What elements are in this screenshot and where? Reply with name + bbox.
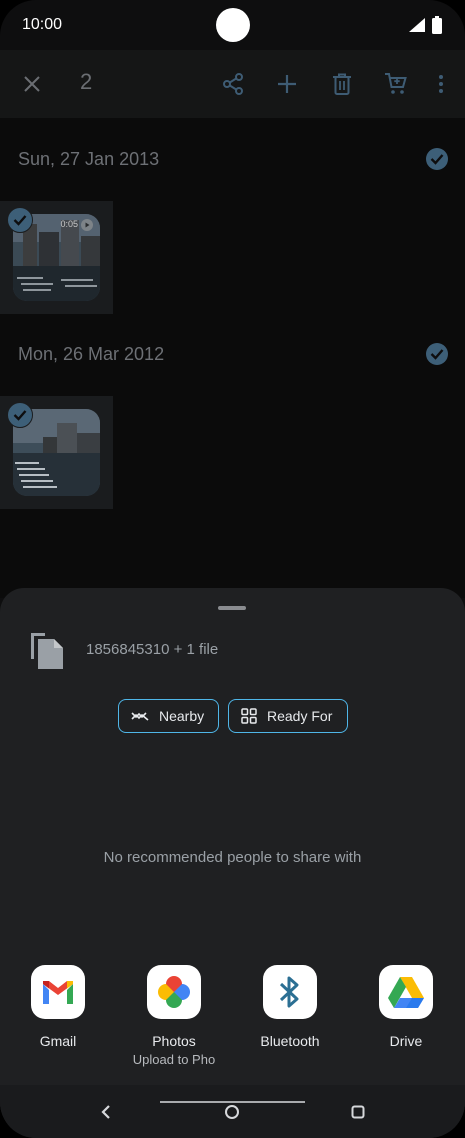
group-select-checkbox[interactable] [426, 148, 448, 170]
shared-file-summary: 1856845310 + 1 file [86, 641, 219, 658]
delete-button[interactable] [328, 70, 356, 98]
share-target-gmail[interactable]: Gmail [12, 965, 104, 1049]
chip-label: Ready For [267, 708, 333, 724]
check-icon [430, 349, 444, 360]
google-photos-icon [147, 965, 201, 1019]
plus-icon [278, 75, 296, 93]
nearby-icon [131, 712, 149, 721]
more-vertical-icon [439, 75, 443, 93]
app-name: Photos [152, 1033, 196, 1049]
grid-icon [241, 708, 257, 724]
home-button[interactable] [222, 1102, 242, 1122]
status-bar: 10:00 [0, 0, 465, 50]
date-header: Sun, 27 Jan 2013 [18, 149, 160, 169]
more-options-button[interactable] [427, 70, 455, 98]
google-drive-icon [379, 965, 433, 1019]
signal-icon [409, 18, 425, 32]
order-prints-button[interactable] [382, 70, 410, 98]
play-icon [81, 219, 93, 231]
drag-handle[interactable] [218, 606, 246, 610]
files-icon [31, 633, 63, 669]
photo-thumbnail[interactable] [0, 396, 113, 509]
share-target-drive[interactable]: Drive [360, 965, 452, 1049]
app-name: Bluetooth [260, 1033, 320, 1049]
share-sheet: 1856845310 + 1 file Nearby Ready For No … [0, 588, 465, 1138]
chip-label: Nearby [159, 708, 205, 724]
group-select-checkbox[interactable] [426, 343, 448, 365]
share-target-photos[interactable]: Photos Upload to Pho [128, 965, 220, 1067]
selection-app-bar [0, 50, 465, 118]
close-icon [24, 76, 40, 92]
home-icon [225, 1105, 239, 1119]
cart-icon [385, 73, 407, 94]
share-target-bluetooth[interactable]: Bluetooth [244, 965, 336, 1049]
phone-screen: 10:00 2 Sun, 27 Jan 2013 0:05 Mon, 26 Ma… [0, 0, 465, 1138]
add-button[interactable] [273, 70, 301, 98]
close-button[interactable] [18, 70, 46, 98]
date-header: Mon, 26 Mar 2012 [18, 344, 165, 364]
app-name: Drive [389, 1033, 423, 1049]
check-icon [13, 410, 27, 421]
ready-for-chip[interactable]: Ready For [228, 699, 348, 733]
recents-button[interactable] [348, 1102, 368, 1122]
thumbnail-selected-check[interactable] [7, 402, 33, 428]
gmail-icon [31, 965, 85, 1019]
trash-icon [333, 73, 351, 95]
app-name: Gmail [39, 1033, 77, 1049]
bluetooth-icon [263, 965, 317, 1019]
battery-icon [432, 16, 442, 34]
photo-grid: Sun, 27 Jan 2013 0:05 Mon, 26 Mar 2012 [0, 118, 465, 598]
selected-count: 2 [80, 69, 93, 94]
no-recommendations-message: No recommended people to share with [103, 849, 362, 866]
video-duration: 0:05 [60, 219, 78, 229]
back-icon [101, 1105, 110, 1119]
status-time: 10:00 [22, 16, 63, 33]
system-navigation-bar [0, 1085, 465, 1138]
thumbnail-selected-check[interactable] [7, 207, 33, 233]
recents-icon [351, 1105, 365, 1119]
app-subtitle: Upload to Pho [132, 1052, 216, 1067]
share-button[interactable] [219, 70, 247, 98]
check-icon [13, 215, 27, 226]
nearby-share-chip[interactable]: Nearby [118, 699, 219, 733]
share-icon [223, 73, 243, 95]
photo-thumbnail[interactable]: 0:05 [0, 201, 113, 314]
check-icon [430, 154, 444, 165]
back-button[interactable] [96, 1102, 116, 1122]
camera-cutout [216, 8, 250, 42]
